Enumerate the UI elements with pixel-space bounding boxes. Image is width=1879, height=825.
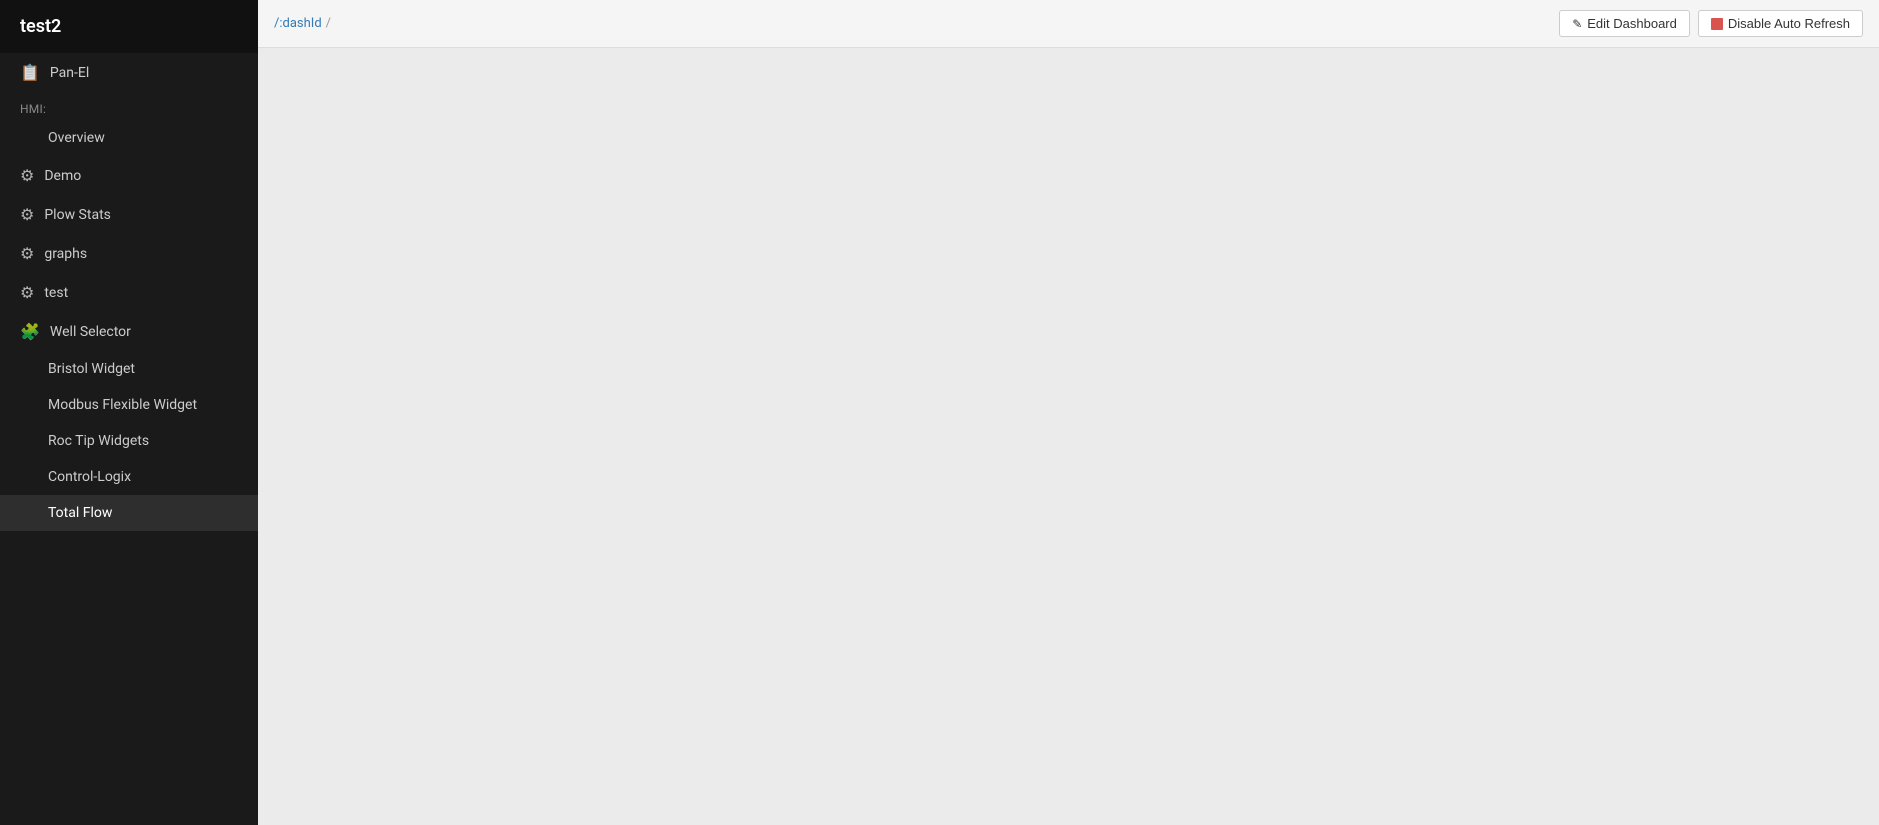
total-flow-label: Total Flow bbox=[48, 505, 112, 521]
sidebar-item-graphs[interactable]: ⚙ graphs bbox=[0, 234, 258, 273]
sidebar-item-demo[interactable]: ⚙ Demo bbox=[0, 156, 258, 195]
breadcrumb: /:dashId / bbox=[274, 16, 335, 31]
sidebar-item-total-flow[interactable]: Total Flow bbox=[0, 495, 258, 531]
topbar: /:dashId / ✎ Edit Dashboard Disable Auto… bbox=[258, 0, 1879, 48]
sidebar-item-label: Well Selector bbox=[50, 324, 131, 340]
red-square-icon bbox=[1711, 18, 1723, 30]
modbus-flexible-widget-label: Modbus Flexible Widget bbox=[48, 397, 197, 413]
plow-stats-icon: ⚙ bbox=[20, 205, 34, 224]
sidebar: test2 📋 Pan-El /:dashId HMI: Overview ⚙ … bbox=[0, 0, 258, 825]
main-content: /:dashId / ✎ Edit Dashboard Disable Auto… bbox=[258, 0, 1879, 825]
sidebar-item-pan-el[interactable]: 📋 Pan-El bbox=[0, 53, 258, 92]
roc-tip-widgets-label: Roc Tip Widgets bbox=[48, 433, 149, 449]
sidebar-item-well-selector[interactable]: 🧩 Well Selector bbox=[0, 312, 258, 351]
app-title: test2 bbox=[0, 0, 258, 53]
disable-auto-refresh-button[interactable]: Disable Auto Refresh bbox=[1698, 10, 1863, 37]
breadcrumb-separator: / bbox=[326, 16, 331, 31]
disable-auto-refresh-label: Disable Auto Refresh bbox=[1728, 16, 1850, 31]
graphs-icon: ⚙ bbox=[20, 244, 34, 263]
topbar-actions: ✎ Edit Dashboard Disable Auto Refresh bbox=[1559, 10, 1863, 37]
bristol-widget-label: Bristol Widget bbox=[48, 361, 135, 377]
edit-icon: ✎ bbox=[1572, 17, 1582, 31]
sidebar-item-label: test bbox=[44, 285, 68, 301]
edit-dashboard-button[interactable]: ✎ Edit Dashboard bbox=[1559, 10, 1690, 37]
sidebar-item-overview[interactable]: Overview bbox=[0, 120, 258, 156]
sidebar-item-label: Plow Stats bbox=[44, 207, 111, 223]
edit-dashboard-label: Edit Dashboard bbox=[1587, 16, 1677, 31]
test-icon: ⚙ bbox=[20, 283, 34, 302]
overview-label: Overview bbox=[48, 130, 105, 146]
demo-icon: ⚙ bbox=[20, 166, 34, 185]
sidebar-item-test[interactable]: ⚙ test bbox=[0, 273, 258, 312]
dashboard-area bbox=[258, 48, 1879, 825]
control-logix-label: Control-Logix bbox=[48, 469, 131, 485]
sidebar-item-plow-stats[interactable]: ⚙ Plow Stats bbox=[0, 195, 258, 234]
sidebar-item-label: graphs bbox=[44, 246, 87, 262]
sidebar-item-bristol-widget[interactable]: Bristol Widget bbox=[0, 351, 258, 387]
sidebar-section-hmi: /:dashId HMI: bbox=[0, 92, 258, 120]
sidebar-item-roc-tip-widgets[interactable]: Roc Tip Widgets bbox=[0, 423, 258, 459]
well-selector-icon: 🧩 bbox=[20, 322, 40, 341]
breadcrumb-link[interactable]: /:dashId bbox=[274, 16, 322, 31]
sidebar-item-label: Demo bbox=[44, 168, 81, 184]
sidebar-item-label: Pan-El bbox=[50, 65, 89, 81]
pan-el-icon: 📋 bbox=[20, 63, 40, 82]
sidebar-item-control-logix[interactable]: Control-Logix bbox=[0, 459, 258, 495]
sidebar-item-modbus-flexible-widget[interactable]: Modbus Flexible Widget bbox=[0, 387, 258, 423]
